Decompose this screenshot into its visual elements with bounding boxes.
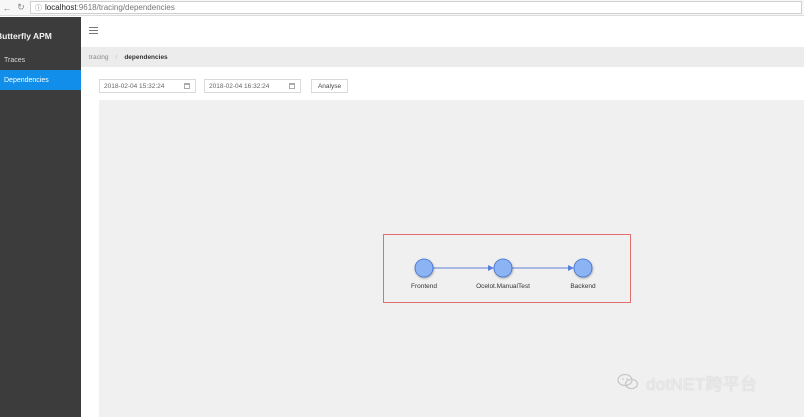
service-node-label: Frontend [411,283,437,290]
sidebar-item-traces[interactable]: Traces [0,50,81,70]
start-time-value: 2018-02-04 15:32:24 [104,82,165,90]
sidebar-item-label: Dependencies [4,76,49,84]
breadcrumb-root[interactable]: tracing [89,54,109,61]
watermark-text: dotNET跨平台 [646,374,758,394]
breadcrumb-separator: / [115,53,118,61]
end-time-value: 2018-02-04 16:32:24 [209,82,270,90]
sidebar-item-dependencies[interactable]: Dependencies [0,70,81,90]
service-node-backend[interactable] [573,258,593,278]
main-content: 2018-02-04 15:32:24 2018-02-04 16:32:24 … [89,67,804,417]
back-icon[interactable]: ← [0,1,14,15]
reload-icon[interactable]: ↻ [14,1,28,15]
url-host: localhost [45,3,77,12]
sidebar-item-label: Traces [4,56,26,64]
breadcrumb: tracing / dependencies [81,47,804,67]
start-time-input[interactable]: 2018-02-04 15:32:24 [99,79,196,93]
app-brand: Butterfly APM [0,31,52,41]
breadcrumb-current: dependencies [124,53,168,61]
calendar-icon[interactable] [184,83,190,89]
info-icon[interactable]: ⓘ [35,3,42,13]
browser-toolbar: ← ↻ ⓘ localhost:9618/tracing/dependencie… [0,0,804,16]
end-time-input[interactable]: 2018-02-04 16:32:24 [204,79,301,93]
url-path: :9618/tracing/dependencies [76,3,175,12]
service-node-label: Ocelot.ManualTest [476,283,530,290]
page-header [81,17,804,47]
service-node-frontend[interactable] [414,258,434,278]
service-node-label: Backend [570,283,596,290]
calendar-icon[interactable] [289,83,295,89]
address-bar[interactable]: ⓘ localhost:9618/tracing/dependencies [30,1,802,14]
menu-toggle-icon[interactable] [89,27,98,35]
sidebar: Butterfly APM Traces Dependencies [0,17,81,417]
analyse-button[interactable]: Analyse [311,79,348,93]
wechat-icon [617,373,639,390]
watermark: dotNET跨平台 [617,372,758,394]
service-node-ocelot[interactable] [493,258,513,278]
